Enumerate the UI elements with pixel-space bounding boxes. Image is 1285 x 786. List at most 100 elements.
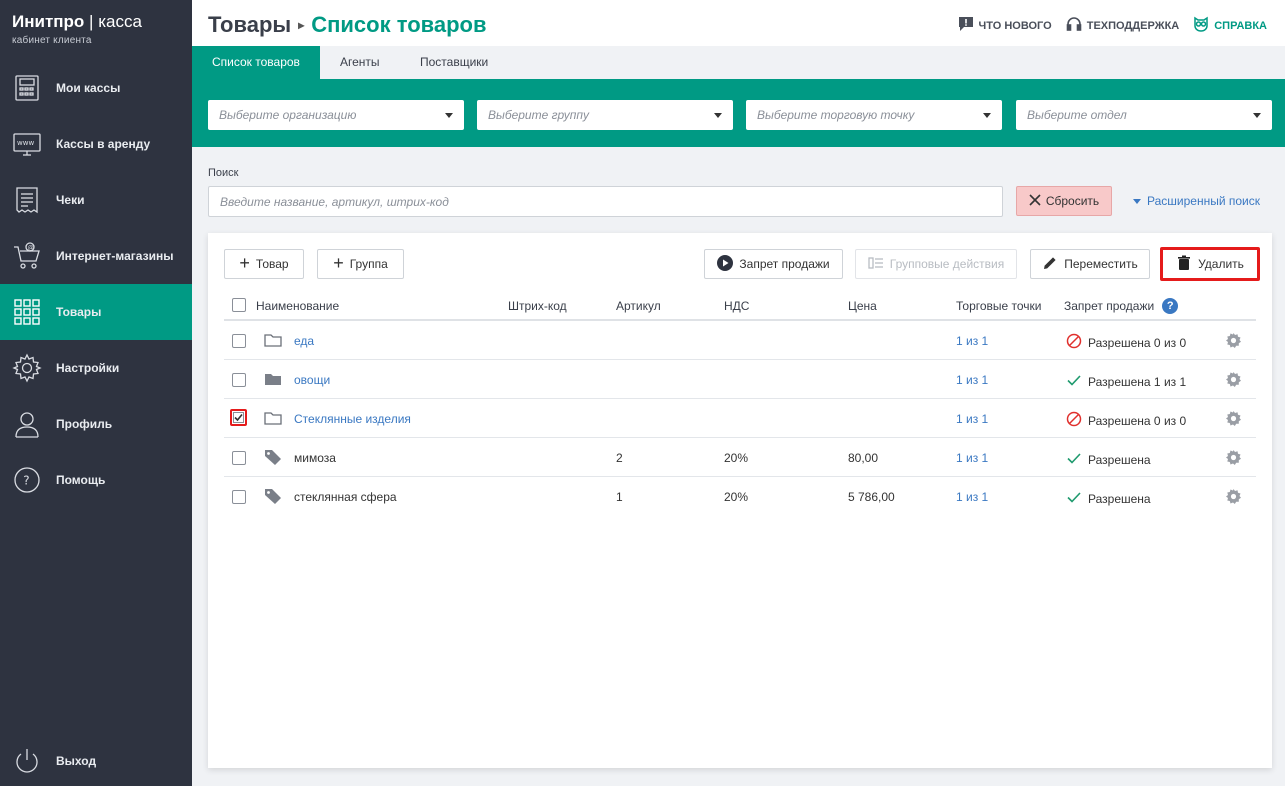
help-link[interactable]: СПРАВКА bbox=[1193, 16, 1267, 35]
row-name[interactable]: еда bbox=[294, 334, 314, 348]
delete-button[interactable]: Удалить bbox=[1160, 247, 1260, 281]
row-stores-link[interactable]: 1 из 1 bbox=[956, 490, 988, 504]
row-stores-link[interactable]: 1 из 1 bbox=[956, 451, 988, 465]
sidebar: Инитпро | касса кабинет клиента Мои касс… bbox=[0, 0, 192, 786]
whats-new-link[interactable]: ЧТО НОВОГО bbox=[958, 16, 1052, 35]
help-icon[interactable]: ? bbox=[1162, 298, 1179, 314]
products-panel: + Товар + Группа Запрет продажи Групповы… bbox=[208, 233, 1272, 768]
row-checkbox[interactable] bbox=[232, 334, 246, 348]
brand-name: Инитпро bbox=[12, 12, 85, 31]
select-all-checkbox[interactable] bbox=[232, 298, 246, 312]
tab-suppliers[interactable]: Поставщики bbox=[400, 46, 508, 79]
group-actions-button[interactable]: Групповые действия bbox=[855, 249, 1017, 279]
brand-divider: | bbox=[89, 12, 94, 31]
sidebar-item-products[interactable]: Товары bbox=[0, 284, 192, 340]
row-name[interactable]: овощи bbox=[294, 373, 330, 387]
row-settings-gear-icon[interactable] bbox=[1225, 410, 1242, 427]
row-stores-link[interactable]: 1 из 1 bbox=[956, 334, 988, 348]
column-price[interactable]: Цена bbox=[848, 299, 877, 313]
filter-band: Выберите организацию Выберите группу Выб… bbox=[192, 79, 1285, 147]
reset-button[interactable]: Сбросить bbox=[1016, 186, 1112, 216]
sidebar-item-help[interactable]: ? Помощь bbox=[0, 452, 192, 508]
close-icon bbox=[1029, 193, 1041, 209]
store-select[interactable]: Выберите торговую точку bbox=[746, 100, 1002, 130]
table-row[interactable]: еда 1 из 1 Разрешена 0 из 0 bbox=[224, 321, 1256, 360]
table-row[interactable]: мимоза 2 20% 80,00 1 из 1 Разрешена bbox=[224, 438, 1256, 477]
row-vat: 20% bbox=[724, 490, 749, 504]
folder-filled-icon bbox=[264, 371, 282, 387]
select-placeholder: Выберите организацию bbox=[219, 108, 357, 122]
row-status: Разрешена bbox=[1066, 489, 1151, 508]
brand-logo-text: Инитпро | касса bbox=[12, 12, 142, 32]
help-circle-icon: ? bbox=[12, 465, 42, 495]
sidebar-item-label: Интернет-магазины bbox=[56, 249, 174, 263]
sidebar-item-rental-registers[interactable]: www Кассы в аренду bbox=[0, 116, 192, 172]
row-stores-link[interactable]: 1 из 1 bbox=[956, 373, 988, 387]
row-checkbox[interactable] bbox=[230, 409, 247, 426]
user-icon bbox=[12, 409, 42, 439]
tabs-bar: Список товаров Агенты Поставщики bbox=[192, 46, 1285, 79]
table-row[interactable]: Стеклянные изделия 1 из 1 Разрешена 0 из… bbox=[224, 399, 1256, 438]
move-button[interactable]: Переместить bbox=[1030, 249, 1150, 279]
select-placeholder: Выберите торговую точку bbox=[757, 108, 915, 122]
column-article[interactable]: Артикул bbox=[616, 299, 661, 313]
tab-agents[interactable]: Агенты bbox=[320, 46, 400, 79]
table-row[interactable]: овощи 1 из 1 Разрешена 1 из 1 bbox=[224, 360, 1256, 399]
sidebar-item-settings[interactable]: Настройки bbox=[0, 340, 192, 396]
column-vat[interactable]: НДС bbox=[724, 299, 749, 313]
column-barcode[interactable]: Штрих-код bbox=[508, 299, 567, 313]
support-link[interactable]: ТЕХПОДДЕРЖКА bbox=[1066, 16, 1179, 35]
row-checkbox[interactable] bbox=[232, 373, 246, 387]
row-settings-gear-icon[interactable] bbox=[1225, 488, 1242, 505]
add-product-button[interactable]: + Товар bbox=[224, 249, 304, 279]
logout-button[interactable]: Выход bbox=[0, 733, 192, 786]
chat-alert-icon bbox=[958, 16, 974, 35]
department-select[interactable]: Выберите отдел bbox=[1016, 100, 1272, 130]
row-settings-gear-icon[interactable] bbox=[1225, 332, 1242, 349]
column-sale-ban-label: Запрет продажи bbox=[1064, 299, 1155, 313]
row-name: стеклянная сфера bbox=[294, 490, 397, 504]
row-stores-link[interactable]: 1 из 1 bbox=[956, 412, 988, 426]
row-price: 5 786,00 bbox=[848, 490, 895, 504]
tab-product-list[interactable]: Список товаров bbox=[192, 46, 320, 79]
table-row[interactable]: стеклянная сфера 1 20% 5 786,00 1 из 1 Р… bbox=[224, 477, 1256, 516]
row-checkbox[interactable] bbox=[232, 490, 246, 504]
whats-new-label: ЧТО НОВОГО bbox=[978, 19, 1052, 32]
sidebar-item-online-stores[interactable]: @ Интернет-магазины bbox=[0, 228, 192, 284]
sidebar-item-profile[interactable]: Профиль bbox=[0, 396, 192, 452]
row-name[interactable]: Стеклянные изделия bbox=[294, 412, 411, 426]
sidebar-item-my-registers[interactable]: Мои кассы bbox=[0, 60, 192, 116]
advanced-search-link[interactable]: Расширенный поиск bbox=[1133, 194, 1260, 208]
group-actions-label: Групповые действия bbox=[889, 257, 1005, 271]
advanced-search-label: Расширенный поиск bbox=[1147, 194, 1260, 208]
caret-down-icon bbox=[1133, 198, 1141, 204]
sidebar-item-receipts[interactable]: Чеки bbox=[0, 172, 192, 228]
row-article: 1 bbox=[616, 490, 623, 504]
row-checkbox[interactable] bbox=[232, 451, 246, 465]
column-name[interactable]: Наименование bbox=[256, 299, 339, 313]
www-monitor-icon: www bbox=[12, 129, 42, 159]
trash-icon bbox=[1176, 255, 1192, 274]
svg-text:?: ? bbox=[23, 474, 29, 488]
row-settings-gear-icon[interactable] bbox=[1225, 371, 1242, 388]
reset-label: Сбросить bbox=[1045, 194, 1100, 208]
row-settings-gear-icon[interactable] bbox=[1225, 449, 1242, 466]
organization-select[interactable]: Выберите организацию bbox=[208, 100, 464, 130]
search-input[interactable] bbox=[208, 186, 1003, 217]
sale-ban-button[interactable]: Запрет продажи bbox=[704, 249, 843, 279]
column-stores[interactable]: Торговые точки bbox=[956, 299, 1042, 313]
logout-label: Выход bbox=[56, 754, 97, 768]
move-label: Переместить bbox=[1064, 257, 1138, 271]
delete-label: Удалить bbox=[1198, 257, 1244, 271]
check-icon bbox=[1066, 489, 1082, 508]
row-name: мимоза bbox=[294, 451, 336, 465]
add-group-label: Группа bbox=[349, 257, 388, 271]
column-sale-ban[interactable]: Запрет продажи? bbox=[1064, 298, 1179, 315]
sidebar-item-label: Профиль bbox=[56, 417, 113, 431]
sidebar-item-label: Чеки bbox=[56, 193, 85, 207]
online-cart-icon: @ bbox=[12, 241, 42, 271]
sidebar-item-label: Настройки bbox=[56, 361, 120, 375]
group-select[interactable]: Выберите группу bbox=[477, 100, 733, 130]
add-group-button[interactable]: + Группа bbox=[317, 249, 404, 279]
header: Товары ▸ Список товаров ЧТО НОВОГО ТЕХПОДД… bbox=[192, 0, 1285, 46]
